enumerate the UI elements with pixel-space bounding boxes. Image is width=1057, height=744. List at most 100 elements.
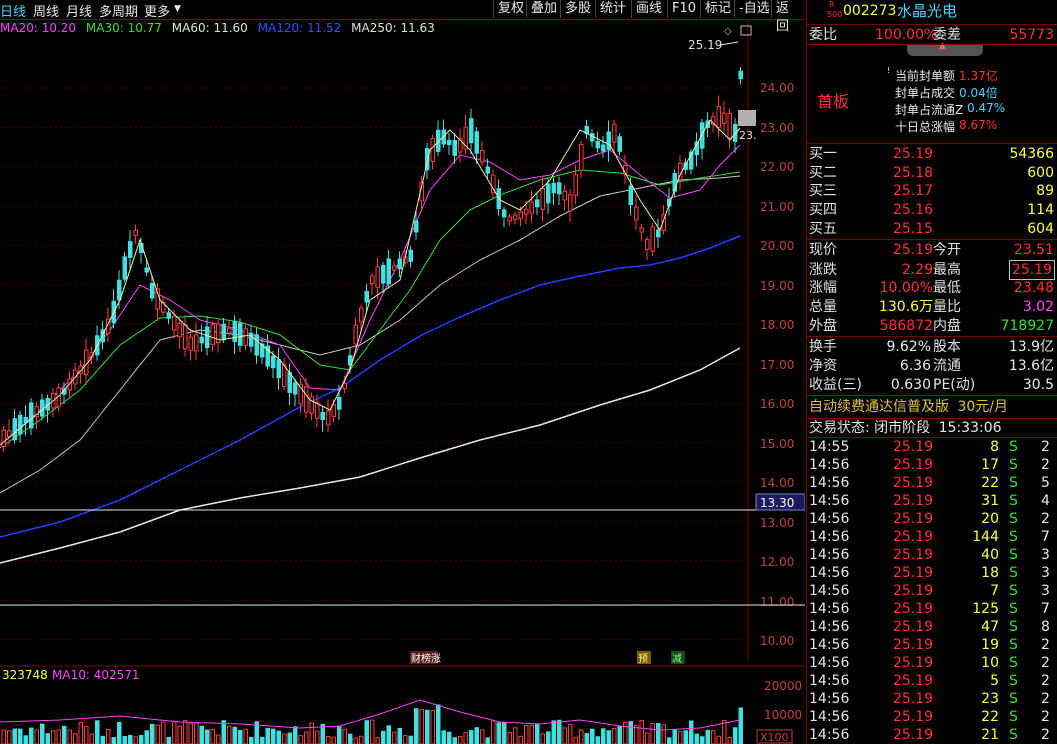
volume-bar [111,737,116,744]
tick-side: S [1009,511,1018,527]
back-button[interactable]: 返回 [771,0,805,34]
candle-body [117,279,122,301]
tick-side: S [1009,493,1018,509]
period-tab-monthly[interactable]: 月线 [66,1,92,20]
tick-volume: 20 [981,511,999,527]
candle-body [128,241,133,258]
bid-row: 买一 25.19 54366 [809,146,1054,162]
panel-toggle-icon[interactable] [740,25,752,36]
promo-text[interactable]: 自动续费通达信普及版 [809,399,949,415]
volume-bar [188,723,193,744]
tick-count: 2 [1041,709,1050,725]
candle-body [529,201,534,214]
tick-row: 14:56 25.19 22 S 2 [809,708,1056,726]
order-diff-value: 55773 [1009,27,1054,43]
candle-body [546,183,551,204]
stats-button[interactable]: 统计 [595,0,630,18]
volume-bar [617,726,622,744]
ma250-line [0,347,741,564]
volume-bar [232,726,237,744]
period-tab-more[interactable]: 更多 [144,1,170,20]
draw-line-button[interactable]: 画线 [631,0,666,18]
tick-time: 14:56 [809,511,850,527]
volume-bar [265,727,270,744]
chevron-down-icon[interactable]: ▼ [174,4,181,14]
volume-bar [100,735,105,744]
volume-bar [408,735,413,744]
volume-bar [727,737,732,744]
tick-side: S [1009,727,1018,743]
candle-body [232,320,237,343]
tick-volume: 22 [981,709,999,725]
board-item-value: 1.37亿 [959,69,998,83]
multi-stock-button[interactable]: 多股 [560,0,595,18]
candle-body [656,229,661,238]
tick-side: S [1009,691,1018,707]
volume-bar [337,726,342,744]
candle-body [221,323,226,341]
overlay-button[interactable]: 叠加 [526,0,561,18]
badge-bottom: 500 [827,10,843,19]
candle-body [601,144,606,152]
candle-body [568,194,573,212]
volume-bar [84,725,89,744]
volume-bar [584,733,589,744]
candle-body [595,141,600,149]
candle-body [210,324,215,346]
volume-bar [117,721,122,744]
tick-time: 14:56 [809,475,850,491]
volume-bar [51,730,56,744]
period-tab-daily[interactable]: 日线 [0,1,26,20]
candle-body [370,275,375,285]
remove-watchlist-button[interactable]: -自选 [734,0,774,18]
period-tab-multi[interactable]: 多周期 [99,1,138,20]
candle-body [502,209,507,218]
promo-banner[interactable]: 自动续费通达信普及版 30元/月 [809,398,1056,416]
volume-bar [518,735,523,744]
diamond-icon[interactable]: ◇ [724,26,732,37]
restore-rights-button[interactable]: 复权 [493,0,528,18]
candle-body [540,188,545,210]
volume-unit-label: X100 [760,731,789,744]
tick-row: 14:56 25.19 40 S 3 [809,546,1056,564]
stock-name[interactable]: 水晶光电 [897,2,957,20]
bid-row: 买五 25.15 604 [809,221,1054,237]
tick-count: 2 [1041,457,1050,473]
candle-body [557,182,562,195]
mark-button[interactable]: 标记 [700,0,735,18]
f10-button[interactable]: F10 [667,0,700,18]
tick-row: 14:56 25.19 17 S 2 [809,456,1056,474]
volume-bar [414,708,419,744]
volume-bar [139,735,144,744]
volume-bar [711,730,716,744]
candle-body [612,123,617,143]
volume-bar [56,729,61,744]
volume-bar [29,727,34,744]
kline-chart[interactable]: 24.00 23.00 22.00 21.00 20.00 19.00 18.0… [0,20,805,744]
volume-bar [689,720,694,744]
tick-time: 14:56 [809,691,850,707]
candle-body [144,267,149,273]
collapse-handle[interactable]: ▲ [907,41,983,56]
bid-row: 买四 25.16 114 [809,202,1054,218]
volume-bar [161,721,166,744]
promo-price[interactable]: 30元/月 [957,399,1008,415]
event-badge-label: 预 [638,653,648,665]
candle-body [122,256,127,280]
tick-time: 14:56 [809,565,850,581]
candle-body [507,216,512,222]
volume-bar [403,734,408,744]
quote-row: 涨幅 10.00% 最低 23.48 [809,280,1054,296]
quote-row: 现价 25.19 今开 23.51 [809,242,1054,258]
period-tab-weekly[interactable]: 周线 [33,1,59,20]
quote-panel: R 500 002273 水晶光电 委比 100.00% 委差 55773 ▲ … [806,0,1057,744]
quote-row: 外盘 586872 内盘 718927 [809,318,1054,334]
volume-bar [221,720,226,744]
candle-body [513,214,518,220]
volume-bar [579,729,584,744]
tick-side: S [1009,457,1018,473]
volume-bar [106,729,111,744]
volume-bar [271,728,276,744]
board-item-value: 8.67% [959,118,998,132]
candle-body [579,144,584,171]
